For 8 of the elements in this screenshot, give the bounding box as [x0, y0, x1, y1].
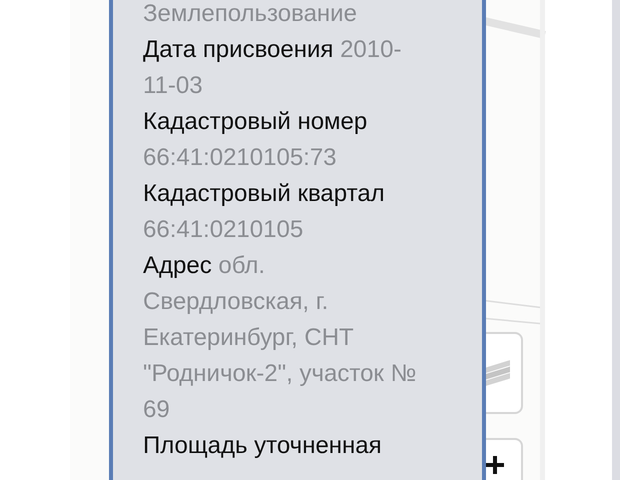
field-text: Площадь уточненная [143, 431, 383, 461]
field-text: Дата присвоения 2010-11-03 [143, 35, 402, 101]
field-text: Кадастровый номер 66:41:0210105:73 [143, 107, 368, 173]
field-text: Землепользование [143, 0, 358, 29]
field-text: Адрес обл. Свердловская, г. Екатеринбург, СНТ "Родничок-2", участок № 69 [143, 251, 418, 425]
layers-icon [486, 359, 510, 387]
zoom-in-button[interactable] [486, 438, 523, 480]
plus-icon [486, 456, 504, 474]
